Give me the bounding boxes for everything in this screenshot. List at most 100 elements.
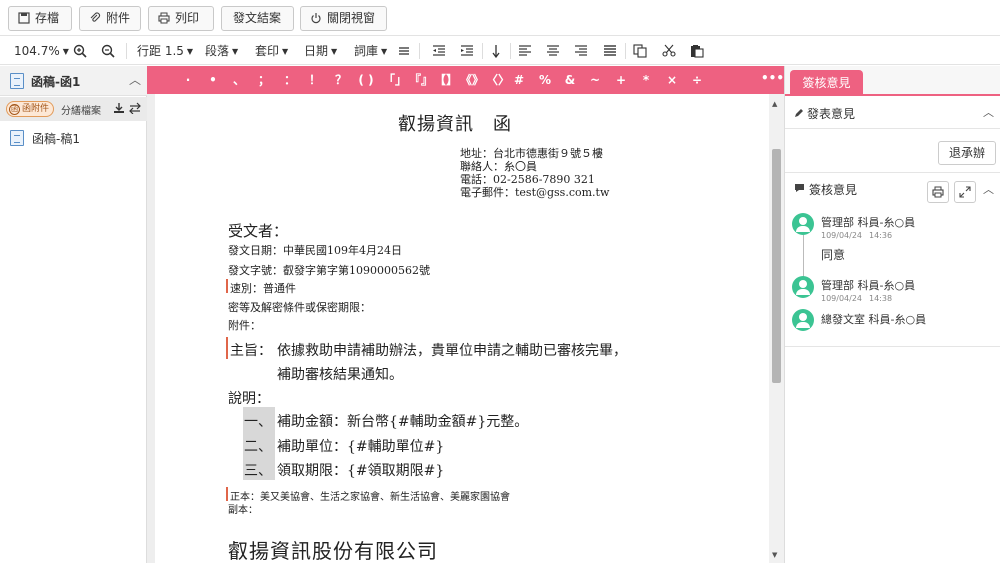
align-right-icon[interactable] (574, 44, 588, 58)
document-icon (10, 73, 24, 89)
comment-icon (795, 184, 804, 192)
symbol-button[interactable]: 〈〉 (486, 66, 510, 94)
editor-toolbar: 104.7% ▼ 行距 1.5 ▼ 段落 ▼ 套印 ▼ 日期 ▼ 詞庫 ▼ (0, 37, 1000, 65)
close-window-button[interactable]: 關閉視窗 (300, 6, 387, 31)
symbol-button[interactable]: ！ (307, 66, 323, 94)
date-select[interactable]: 日期 ▼ (304, 37, 337, 65)
paste-icon[interactable] (690, 44, 704, 58)
user-avatar (792, 309, 814, 331)
zoom-select[interactable]: 104.7% ▼ (14, 37, 69, 65)
toolbar-divider (482, 43, 483, 59)
toolbar-divider (625, 43, 626, 59)
editor-area: · • 、 ； ： ！ ？ ( ) 「」 『』 【】 《》 〈〉 #% & ~ + * × ÷ ••• 叡揚資訊 函 … (147, 66, 784, 563)
attach-button[interactable]: 附件 (79, 6, 141, 31)
align-left-icon[interactable] (518, 44, 532, 58)
printer-icon (158, 12, 170, 24)
draft-group-header[interactable]: 函稿-函1 ︿ (0, 66, 147, 96)
download-icon[interactable] (113, 102, 125, 114)
symbol-button[interactable]: × (664, 66, 680, 94)
symbol-button[interactable]: ( ) (358, 66, 374, 94)
draft-item[interactable]: 函稿-稿1 (0, 126, 147, 150)
align-center-icon[interactable] (546, 44, 560, 58)
return-section: 退承辦 (785, 129, 1000, 173)
symbol-button[interactable]: · (180, 66, 196, 94)
copy-icon[interactable] (633, 44, 647, 58)
editor-scrollbar[interactable]: ▲ ▼ (769, 94, 784, 563)
symbol-button[interactable]: * (638, 66, 654, 94)
paragraph-select[interactable]: 段落 ▼ (205, 37, 238, 65)
attachment-badge[interactable]: 函函附件 (6, 101, 55, 117)
chevron-up-icon[interactable]: ︿ (983, 181, 994, 197)
doc-recipient: 受文者： (228, 222, 289, 240)
chevron-up-icon[interactable]: ︿ (129, 71, 141, 88)
outdent-icon[interactable] (432, 44, 446, 58)
scroll-thumb[interactable] (772, 149, 781, 383)
phrases-select[interactable]: 詞庫 ▼ (354, 37, 387, 65)
line-spacing-select[interactable]: 行距 1.5 ▼ (137, 37, 193, 65)
expand-icon (959, 186, 971, 198)
toolbar-divider (126, 43, 127, 59)
save-button[interactable]: 存檔 (8, 6, 72, 31)
symbol-button[interactable]: 《》 (460, 66, 484, 94)
chevron-up-icon[interactable]: ︿ (983, 104, 994, 120)
cut-icon[interactable] (662, 44, 676, 58)
symbol-button[interactable]: ？ (333, 66, 349, 94)
print-button[interactable]: 列印 (148, 6, 214, 31)
zoom-in-icon[interactable] (73, 44, 87, 58)
document-icon (10, 130, 24, 146)
doc-send-date: 發文日期：中華民國109年4月24日 (228, 244, 402, 257)
edit-marker (226, 279, 228, 293)
doc-email: 電子郵件：test@gss.com.tw (460, 186, 610, 199)
tab-review-comments[interactable]: 簽核意見 (790, 70, 863, 96)
comment-author: 管理部 科員-糸○員 (821, 279, 916, 292)
comment-author: 管理部 科員-糸○員 (821, 216, 916, 229)
symbol-button[interactable]: ： (282, 66, 298, 94)
pencil-icon (795, 109, 803, 117)
symbol-button[interactable]: ÷ (689, 66, 705, 94)
symbol-button[interactable]: ； (256, 66, 272, 94)
arrow-down-icon[interactable] (489, 44, 503, 58)
zoom-out-icon[interactable] (101, 44, 115, 58)
return-to-handler-button[interactable]: 退承辦 (938, 141, 996, 165)
scroll-down-icon[interactable]: ▼ (772, 551, 777, 559)
doc-speed: 速別：普通件 (230, 282, 296, 295)
scroll-up-icon[interactable]: ▲ (772, 100, 777, 108)
doc-item-num: 三、 (244, 463, 272, 479)
print-comments-button[interactable] (927, 181, 949, 203)
save-icon (18, 12, 30, 24)
symbol-button[interactable]: 「」 (383, 66, 407, 94)
comment-author: 總發文室 科員-糸○員 (821, 313, 927, 326)
doc-subject-line2: 補助審核結果通知。 (277, 367, 403, 383)
symbol-button[interactable]: # (511, 66, 527, 94)
doc-attachment: 附件： (228, 319, 261, 332)
align-justify-icon[interactable] (603, 44, 617, 58)
symbol-button[interactable]: % (537, 66, 553, 94)
symbol-button[interactable]: ~ (587, 66, 603, 94)
indent-icon[interactable] (460, 44, 474, 58)
symbol-button[interactable]: 『』 (409, 66, 433, 94)
printer-icon (932, 186, 944, 198)
doc-title: 叡揚資訊 函 (398, 114, 512, 135)
document-page[interactable]: 叡揚資訊 函 地址：台北市德惠街９號５樓 聯絡人：糸〇員 電話：02-2586-… (155, 94, 769, 563)
list-icon[interactable] (397, 44, 411, 58)
symbol-button[interactable]: & (562, 66, 578, 94)
comment-time: 14:36 (869, 231, 893, 240)
doc-subject-label: 主旨： (230, 343, 272, 359)
swap-icon[interactable] (129, 102, 141, 114)
symbol-button[interactable]: + (613, 66, 629, 94)
symbol-button[interactable]: • (205, 66, 221, 94)
comment-text: 同意 (821, 248, 846, 262)
template-select[interactable]: 套印 ▼ (255, 37, 288, 65)
split-files-label[interactable]: 分繕檔案 (61, 102, 101, 117)
send-result-button[interactable]: 發文結案 (221, 6, 294, 31)
more-icon[interactable]: ••• (761, 66, 784, 90)
doc-item-num: 一、 (244, 414, 272, 430)
symbol-button[interactable]: 、 (231, 66, 247, 94)
publish-opinion-section[interactable]: 發表意見 ︿ (785, 98, 1000, 129)
toolbar-divider (419, 43, 420, 59)
doc-signature: 叡揚資訊股份有限公司 (228, 539, 438, 563)
symbol-button[interactable]: 【】 (434, 66, 458, 94)
comment-date: 109/04/24 (821, 231, 863, 240)
expand-button[interactable] (954, 181, 976, 203)
doc-item-text: 補助金額：新台幣{#輔助金額#}元整。 (277, 414, 529, 430)
